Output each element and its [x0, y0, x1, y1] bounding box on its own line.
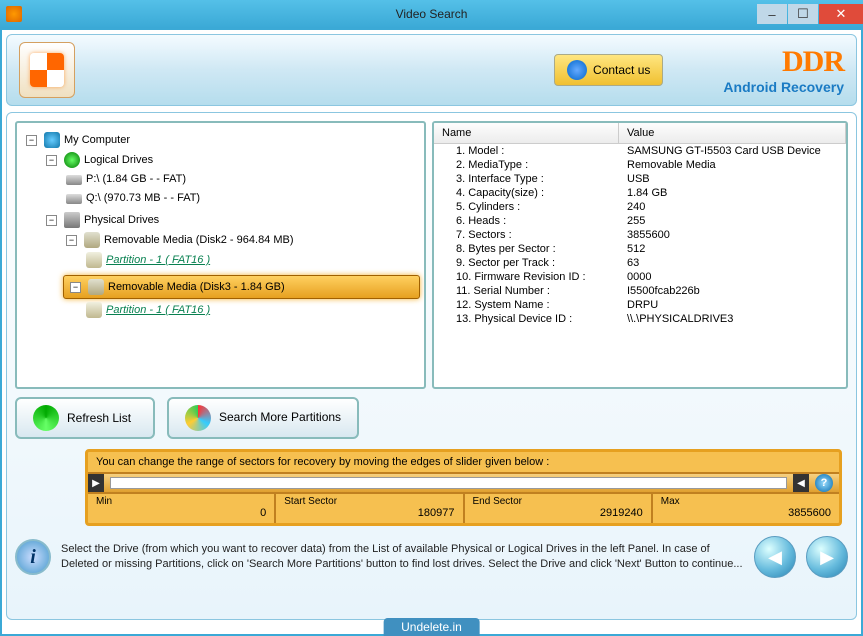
drive-item[interactable]: P:\ (1.84 GB - - FAT)	[63, 171, 420, 186]
brand-name: DDR	[723, 45, 844, 79]
slider-handle-right[interactable]: ◀	[793, 474, 809, 492]
property-row[interactable]: 12. System Name :DRPU	[434, 298, 846, 312]
property-row[interactable]: 1. Model :SAMSUNG GT-I5503 Card USB Devi…	[434, 144, 846, 158]
property-row[interactable]: 6. Heads :255	[434, 214, 846, 228]
property-row[interactable]: 9. Sector per Track :63	[434, 256, 846, 270]
globe-icon	[64, 152, 80, 168]
logo	[19, 42, 75, 98]
disks-icon	[64, 212, 80, 228]
drive-item[interactable]: Q:\ (970.73 MB - - FAT)	[63, 190, 420, 205]
properties-list[interactable]: 1. Model :SAMSUNG GT-I5503 Card USB Devi…	[434, 144, 846, 388]
property-row[interactable]: 5. Cylinders :240	[434, 200, 846, 214]
removable-media-node-selected[interactable]: −Removable Media (Disk3 - 1.84 GB)	[63, 275, 420, 299]
minimize-button[interactable]: –	[757, 4, 787, 24]
collapse-icon[interactable]: −	[26, 135, 37, 146]
slider-message: You can change the range of sectors for …	[88, 452, 839, 472]
media-icon	[84, 232, 100, 248]
column-value[interactable]: Value	[619, 123, 846, 143]
brand-subtitle: Android Recovery	[723, 79, 844, 95]
titlebar: Video Search – ☐ ✕	[0, 0, 863, 28]
drive-icon	[66, 194, 82, 204]
logical-drives-node[interactable]: −Logical Drives	[43, 151, 420, 169]
column-name[interactable]: Name	[434, 123, 619, 143]
slider-bar[interactable]	[110, 477, 787, 489]
refresh-list-button[interactable]: Refresh List	[15, 397, 155, 439]
property-row[interactable]: 7. Sectors :3855600	[434, 228, 846, 242]
pie-icon	[185, 405, 211, 431]
end-sector-value: 2919240	[473, 507, 643, 519]
search-more-partitions-button[interactable]: Search More Partitions	[167, 397, 359, 439]
drive-tree[interactable]: −My Computer −Logical Drives P:\ (1.84 G…	[15, 121, 426, 389]
sector-slider[interactable]: ▶ ◀ ?	[88, 472, 839, 494]
app-header: Contact us DDR Android Recovery	[6, 34, 857, 106]
drive-icon	[66, 175, 82, 185]
min-value: 0	[96, 507, 266, 519]
property-row[interactable]: 11. Serial Number :I5500fcab226b	[434, 284, 846, 298]
contact-us-button[interactable]: Contact us	[554, 54, 663, 86]
removable-media-node[interactable]: −Removable Media (Disk2 - 964.84 MB)	[63, 231, 420, 249]
maximize-button[interactable]: ☐	[788, 4, 818, 24]
property-row[interactable]: 3. Interface Type :USB	[434, 172, 846, 186]
window-title: Video Search	[396, 7, 468, 21]
app-icon	[6, 6, 22, 22]
property-row[interactable]: 2. MediaType :Removable Media	[434, 158, 846, 172]
watermark: Undelete.in	[383, 618, 480, 636]
computer-icon	[44, 132, 60, 148]
physical-drives-node[interactable]: −Physical Drives	[43, 211, 420, 229]
media-icon	[88, 279, 104, 295]
next-button[interactable]: ▶	[806, 536, 848, 578]
collapse-icon[interactable]: −	[66, 235, 77, 246]
collapse-icon[interactable]: −	[46, 155, 57, 166]
property-row[interactable]: 4. Capacity(size) :1.84 GB	[434, 186, 846, 200]
back-button[interactable]: ◀	[754, 536, 796, 578]
contact-label: Contact us	[593, 63, 650, 77]
property-row[interactable]: 13. Physical Device ID :\\.\PHYSICALDRIV…	[434, 312, 846, 326]
collapse-icon[interactable]: −	[46, 215, 57, 226]
info-icon: i	[15, 539, 51, 575]
close-button[interactable]: ✕	[819, 4, 863, 24]
refresh-icon	[33, 405, 59, 431]
properties-pane: Name Value 1. Model :SAMSUNG GT-I5503 Ca…	[432, 121, 848, 389]
partition-item[interactable]: Partition - 1 ( FAT16 )	[83, 301, 420, 319]
main-panel: −My Computer −Logical Drives P:\ (1.84 G…	[6, 112, 857, 620]
tree-root[interactable]: −My Computer	[23, 131, 420, 149]
slider-handle-left[interactable]: ▶	[88, 474, 104, 492]
start-sector-value: 180977	[284, 507, 454, 519]
sector-range-box: You can change the range of sectors for …	[85, 449, 842, 526]
avatar-icon	[567, 60, 587, 80]
help-icon[interactable]: ?	[815, 474, 833, 492]
partition-item[interactable]: Partition - 1 ( FAT16 )	[83, 251, 420, 269]
max-value: 3855600	[661, 507, 831, 519]
property-row[interactable]: 10. Firmware Revision ID :0000	[434, 270, 846, 284]
property-row[interactable]: 8. Bytes per Sector :512	[434, 242, 846, 256]
partition-icon	[86, 252, 102, 268]
footer-instructions: Select the Drive (from which you want to…	[61, 542, 744, 572]
partition-icon	[86, 302, 102, 318]
collapse-icon[interactable]: −	[70, 282, 81, 293]
